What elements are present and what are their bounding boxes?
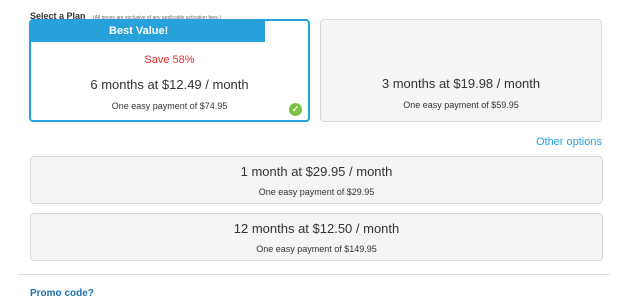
promo-code-link[interactable]: Promo code?: [30, 288, 94, 299]
plan-payment-label: One easy payment of $74.95: [111, 101, 228, 111]
best-value-ribbon: Best Value!: [31, 21, 277, 42]
plan-payment-label: One easy payment of $149.95: [256, 244, 377, 254]
discount-label: Save 58%: [144, 54, 195, 66]
plan-price-label: 1 month at $29.95 / month: [240, 164, 393, 179]
plan-payment-label: One easy payment of $29.95: [258, 187, 375, 197]
plan-payment-label: One easy payment of $59.95: [403, 100, 519, 110]
plan-card-6-months[interactable]: Best Value! Save 58% 6 months at $12.49 …: [29, 19, 310, 122]
plan-card-1-month[interactable]: 1 month at $29.95 / month One easy payme…: [30, 156, 603, 204]
plan-card-12-months[interactable]: 12 months at $12.50 / month One easy pay…: [30, 213, 603, 261]
plan-price-label: 3 months at $19.98 / month: [381, 76, 541, 91]
best-value-label: Best Value!: [109, 25, 169, 37]
plan-price-label: 12 months at $12.50 / month: [233, 221, 400, 236]
selected-check-icon: ✓: [289, 103, 302, 116]
other-options-link[interactable]: Other options: [536, 136, 602, 148]
section-divider: [18, 274, 610, 275]
plan-card-3-months[interactable]: 3 months at $19.98 / month One easy paym…: [320, 19, 602, 122]
plan-price-label: 6 months at $12.49 / month: [90, 77, 249, 92]
